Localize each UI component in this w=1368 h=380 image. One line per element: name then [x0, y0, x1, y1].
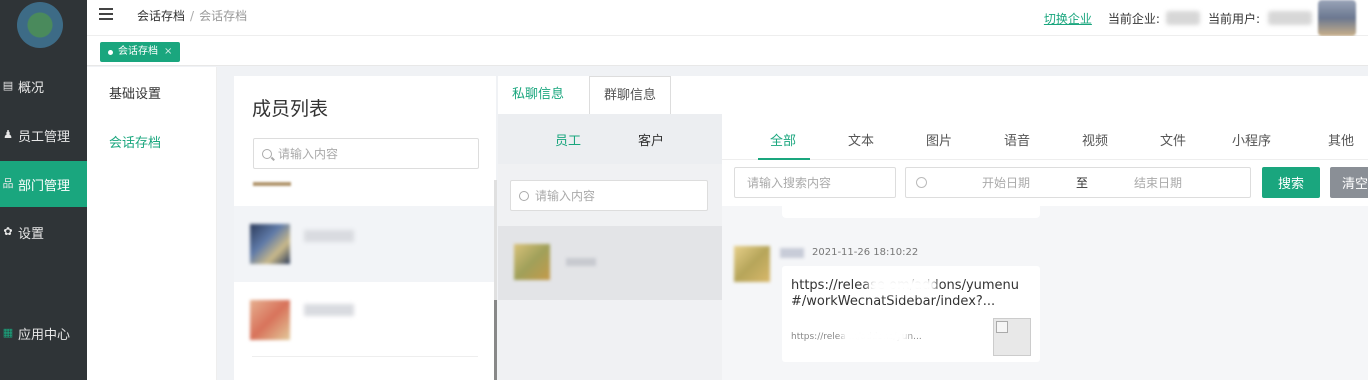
sidebar-item-settings[interactable]: ✿ 设置: [0, 209, 87, 255]
app-root: ▤ 概况 ♟ 员工管理 品 部门管理 ✿ 设置 ▦ 应用中心 会话存档 / 会话存档…: [0, 0, 1368, 380]
tab-type-other[interactable]: 其他: [1328, 130, 1354, 149]
apps-icon: ▦: [2, 326, 14, 339]
member-list-panel: 成员列表: [234, 76, 496, 380]
previous-message-card: [782, 206, 1040, 218]
sidebar-item-label: 部门管理: [18, 178, 71, 194]
overview-icon: ▤: [2, 79, 14, 92]
breadcrumb-current: 会话存档: [199, 9, 248, 23]
top-header: 会话存档 / 会话存档 切换企业 当前企业: 当前用户:: [87, 0, 1368, 36]
sidebar-item-label: 设置: [18, 226, 45, 242]
search-icon: [262, 148, 272, 159]
employee-customer-tabs: 员工 客户: [498, 114, 722, 164]
employee-name: [566, 258, 596, 266]
current-user-value: [1268, 11, 1312, 25]
link-message-card[interactable]: https://release om/addons/yumenu#/workWe…: [782, 266, 1040, 362]
sidebar-item-department[interactable]: 品 部门管理: [0, 161, 87, 207]
tags-bar: 会话存档 ×: [87, 36, 1368, 66]
link-thumbnail-image: [993, 318, 1031, 356]
tag-dot-icon: [108, 49, 113, 55]
sidebar-item-app-center[interactable]: ▦ 应用中心: [0, 310, 87, 356]
submenu-item-basic-settings[interactable]: 基础设置: [109, 83, 161, 102]
secondary-menu: 基础设置 会话存档: [87, 67, 217, 380]
clear-button[interactable]: 清空: [1330, 167, 1368, 198]
tag-session-archive[interactable]: 会话存档 ×: [100, 42, 181, 62]
keyword-search-input[interactable]: [734, 167, 896, 198]
employee-search-input[interactable]: [535, 188, 695, 203]
date-range-picker[interactable]: 开始日期 至 结束日期: [905, 167, 1251, 198]
tab-type-all[interactable]: 全部: [770, 130, 796, 149]
employee-customer-column: 员工 客户: [498, 114, 722, 380]
tab-type-file[interactable]: 文件: [1160, 130, 1186, 149]
filter-bar: 开始日期 至 结束日期 搜索 清空: [722, 160, 1368, 206]
sidebar-item-label: 应用中心: [18, 327, 71, 343]
tag-label: 会话存档: [118, 46, 158, 57]
tag-close-icon[interactable]: ×: [164, 42, 172, 62]
member-search-box[interactable]: [253, 138, 479, 169]
breadcrumb-parent[interactable]: 会话存档: [137, 9, 185, 23]
main-sidebar: ▤ 概况 ♟ 员工管理 品 部门管理 ✿ 设置 ▦ 应用中心: [0, 0, 87, 380]
current-company-value: [1165, 11, 1200, 25]
company-logo: [17, 2, 63, 48]
menu-toggle-icon[interactable]: [99, 8, 113, 21]
member-name: [304, 230, 354, 242]
member-scrollbar-thumb[interactable]: [494, 300, 497, 380]
tab-type-voice[interactable]: 语音: [1004, 130, 1030, 149]
start-date-input[interactable]: 开始日期: [982, 174, 1030, 191]
member-row[interactable]: [234, 282, 496, 358]
sidebar-item-staff[interactable]: ♟ 员工管理: [0, 112, 87, 158]
sidebar-item-label: 概况: [18, 80, 45, 96]
member-divider: [252, 356, 478, 357]
employee-search-box[interactable]: [510, 180, 708, 211]
employee-row[interactable]: [498, 226, 722, 300]
date-range-separator: 至: [1076, 176, 1089, 190]
sidebar-item-overview[interactable]: ▤ 概况: [0, 63, 87, 109]
clock-icon: [916, 177, 927, 188]
member-row[interactable]: [234, 206, 496, 282]
switch-company-link[interactable]: 切换企业: [1044, 10, 1092, 27]
current-user-label: 当前用户:: [1207, 11, 1260, 26]
tab-type-mini-program[interactable]: 小程序: [1232, 130, 1271, 149]
message-sender-avatar: [734, 246, 770, 282]
end-date-input[interactable]: 结束日期: [1134, 174, 1182, 191]
org-icon: 品: [2, 177, 14, 190]
message-type-tabs: 全部 文本 图片 语音 视频 文件 小程序 其他: [722, 114, 1368, 160]
sidebar-item-label: 员工管理: [18, 129, 71, 145]
tab-group-chat[interactable]: 群聊信息: [589, 76, 672, 114]
breadcrumb-separator: /: [190, 9, 195, 23]
tab-type-video[interactable]: 视频: [1082, 130, 1108, 149]
message-sender-name: [780, 248, 804, 258]
submenu-item-session-archive[interactable]: 会话存档: [109, 132, 161, 151]
redaction-mask: [868, 278, 936, 294]
user-icon: ♟: [3, 128, 13, 141]
tab-type-image[interactable]: 图片: [926, 130, 952, 149]
tab-private-chat[interactable]: 私聊信息: [498, 76, 578, 114]
tab-customer[interactable]: 客户: [638, 130, 664, 149]
breadcrumb: 会话存档 / 会话存档: [137, 7, 247, 24]
redaction-mask: [842, 328, 908, 344]
user-avatar[interactable]: [1318, 0, 1356, 36]
tab-employee[interactable]: 员工: [555, 130, 581, 149]
search-icon: [519, 190, 529, 201]
member-avatar: [250, 224, 290, 264]
tab-type-text[interactable]: 文本: [848, 130, 874, 149]
search-button[interactable]: 搜索: [1262, 167, 1320, 198]
member-search-input[interactable]: [278, 146, 458, 161]
member-avatar-partial: [253, 182, 291, 186]
header-right: 切换企业 当前企业: 当前用户:: [1044, 0, 1368, 36]
employee-avatar: [514, 244, 550, 280]
gear-icon: ✿: [3, 225, 13, 238]
member-name: [304, 304, 354, 316]
member-avatar: [250, 300, 290, 340]
chat-content: 全部 文本 图片 语音 视频 文件 小程序 其他 开始日期 至 结束日期 搜索 …: [722, 114, 1368, 380]
member-list-title: 成员列表: [252, 98, 329, 120]
message-timestamp: 2021-11-26 18:10:22: [812, 247, 919, 258]
current-company-label: 当前企业:: [1107, 11, 1160, 26]
